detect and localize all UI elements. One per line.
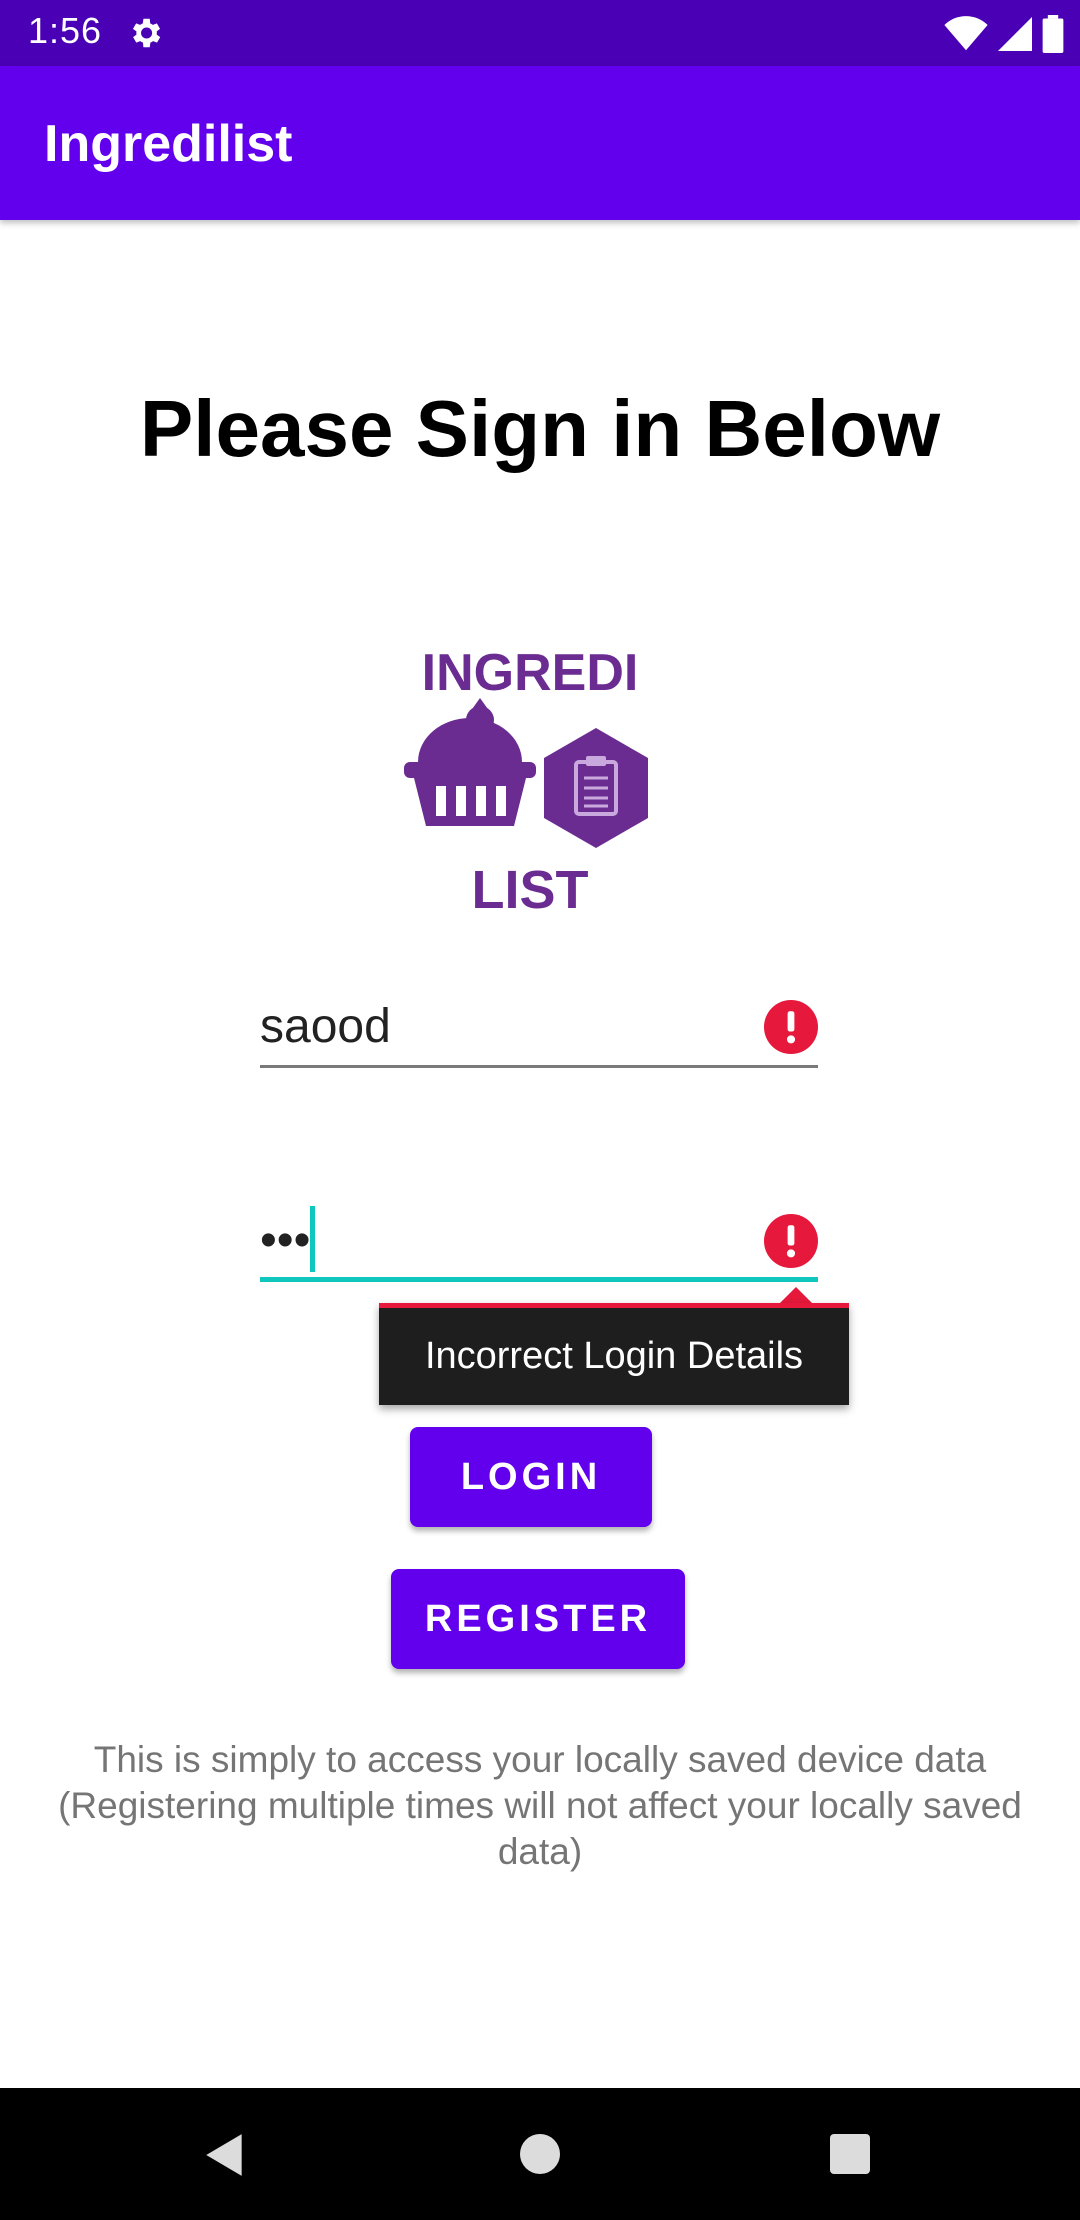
username-underline [260, 1065, 818, 1068]
app-title: Ingredilist [44, 115, 293, 173]
text-cursor [310, 1206, 315, 1272]
wifi-icon [944, 16, 988, 51]
username-value: saood [260, 1000, 391, 1053]
status-icons [944, 14, 1064, 54]
error-tooltip: Incorrect Login Details [379, 1303, 849, 1405]
login-button[interactable]: LOGIN [410, 1427, 652, 1527]
navigation-bar [0, 2088, 1080, 2220]
basket-icon [404, 698, 536, 826]
status-bar: 1:56 [0, 0, 1080, 66]
svg-text:LIST: LIST [472, 860, 589, 920]
ingredilist-logo: INGREDI LIST [404, 644, 648, 920]
password-value: ••• [260, 1214, 311, 1267]
username-field[interactable]: saood [260, 998, 818, 1068]
cell-signal-icon [998, 17, 1032, 51]
error-icon [764, 1000, 818, 1054]
password-field[interactable]: ••• [260, 1206, 818, 1282]
info-text: This is simply to access your locally sa… [58, 1739, 1022, 1872]
error-icon [764, 1214, 818, 1268]
tooltip-arrow [780, 1287, 812, 1303]
password-underline [260, 1277, 818, 1282]
status-time: 1:56 [28, 10, 103, 51]
app-bar: Ingredilist [0, 66, 1080, 220]
back-icon[interactable] [200, 2130, 250, 2180]
recents-icon[interactable] [830, 2134, 870, 2174]
battery-icon [1042, 15, 1064, 53]
svg-text:INGREDI: INGREDI [422, 644, 639, 702]
register-button[interactable]: REGISTER [391, 1569, 685, 1669]
page-title: Please Sign in Below [139, 384, 941, 473]
settings-gear-icon [132, 18, 161, 48]
clipboard-icon [544, 728, 648, 848]
home-icon[interactable] [520, 2134, 560, 2174]
